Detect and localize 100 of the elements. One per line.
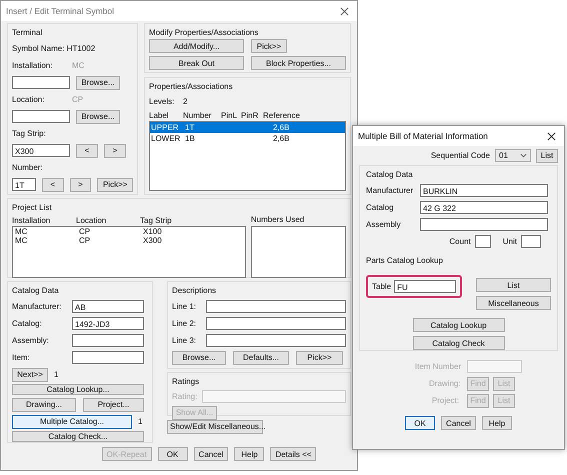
dialog-button[interactable]: OK <box>158 447 188 461</box>
field-label: Project: <box>430 396 459 405</box>
dialog-button[interactable]: Help <box>234 447 264 461</box>
field-label: Unit <box>502 237 517 246</box>
input-field[interactable] <box>72 351 144 364</box>
group-title: Parts Catalog Lookup <box>366 255 444 267</box>
count-text: 1 <box>54 370 58 379</box>
field-label: Drawing: <box>429 379 459 388</box>
group-title: Descriptions <box>172 285 218 297</box>
project-button[interactable]: Project... <box>83 398 144 412</box>
column-header: Reference <box>263 110 301 120</box>
previous-button[interactable]: < <box>42 178 64 192</box>
miscellaneous-button[interactable]: Miscellaneous <box>476 296 551 310</box>
input-field[interactable]: 42 G 322 <box>420 201 548 214</box>
unit-field[interactable] <box>521 235 541 248</box>
input-field[interactable] <box>12 110 70 123</box>
column-header: Tag Strip <box>140 216 173 224</box>
input-field[interactable] <box>420 218 548 231</box>
input-field[interactable] <box>202 390 346 403</box>
column-header: Installation <box>12 216 52 224</box>
action-button[interactable]: Browse... <box>172 350 226 364</box>
action-button[interactable]: Defaults... <box>233 350 289 364</box>
dialog-button[interactable]: OK <box>405 416 436 430</box>
sequential-code-dropdown[interactable]: 01 <box>495 149 531 162</box>
group-title: Project List <box>12 202 53 214</box>
show-edit-misc-button[interactable]: Show/Edit Miscellaneous... <box>167 420 263 434</box>
count-field[interactable] <box>474 235 491 248</box>
window-title: Multiple Bill of Material Information <box>358 131 488 141</box>
browse-button[interactable]: Browse... <box>76 110 120 124</box>
field-label: Catalog: <box>12 319 43 328</box>
window-title: Insert / Edit Terminal Symbol <box>6 6 114 16</box>
group-title: Catalog Data <box>12 285 60 297</box>
input-field[interactable]: 1T <box>12 178 36 191</box>
field-label: Manufacturer <box>366 186 414 195</box>
action-button[interactable]: Pick>> <box>296 350 343 364</box>
input-field[interactable]: 1492-JD3 <box>72 317 144 330</box>
list-button[interactable]: List <box>536 148 558 162</box>
field-label: Line 1: <box>172 302 198 311</box>
next-button[interactable]: > <box>70 178 92 192</box>
field-label: Line 3: <box>172 336 198 345</box>
input-field[interactable] <box>206 300 346 313</box>
input-field[interactable]: AB <box>72 300 144 313</box>
close-icon[interactable] <box>547 132 556 140</box>
list-row[interactable]: LOWER 1B 2,6B <box>150 133 345 144</box>
input-field[interactable] <box>12 76 70 89</box>
column-header: Number <box>183 110 212 120</box>
field-label: Tag Strip: <box>12 128 47 140</box>
catalog-check-button[interactable]: Catalog Check... <box>12 431 144 442</box>
input-field[interactable] <box>72 334 144 347</box>
input-field[interactable] <box>206 317 346 330</box>
list-row[interactable]: MC CP X100 <box>13 227 245 236</box>
action-button[interactable]: Break Out <box>149 56 244 70</box>
levels-label: Levels: <box>149 97 176 106</box>
list-row[interactable]: UPPER 1T 2,6B <box>150 122 345 134</box>
multiple-catalog-button[interactable]: Multiple Catalog... <box>12 414 132 428</box>
input-field[interactable] <box>206 334 346 347</box>
group-title: Properties/Associations <box>149 81 234 93</box>
table-field[interactable]: FU <box>394 280 456 293</box>
field-label: Item Number <box>414 362 462 371</box>
field-label: Number: <box>12 162 44 174</box>
catalog-check-button[interactable]: Catalog Check <box>412 336 504 350</box>
field-label: Assembly <box>366 220 402 229</box>
next-button[interactable]: > <box>104 144 126 158</box>
group-title: Ratings <box>172 376 200 388</box>
browse-button[interactable]: Browse... <box>76 76 120 90</box>
catalog-lookup-button[interactable]: Catalog Lookup <box>412 318 504 332</box>
close-icon[interactable] <box>340 6 349 16</box>
field-label: Count <box>449 237 471 246</box>
drawing-button[interactable]: Drawing... <box>12 398 76 412</box>
field-label: Item: <box>12 353 31 362</box>
field-label: Installation: <box>12 61 54 70</box>
dialog-button[interactable]: Help <box>482 416 512 430</box>
field-label: Line 2: <box>172 319 198 328</box>
catalog-lookup-button[interactable]: Catalog Lookup... <box>12 384 144 395</box>
list-button[interactable]: List <box>476 278 551 292</box>
action-button[interactable]: Block Properties... <box>251 56 346 70</box>
list-row[interactable]: MC CP X300 <box>13 236 245 245</box>
dialog-button[interactable]: Cancel <box>194 447 228 461</box>
input-field[interactable]: BURKLIN <box>420 184 548 197</box>
column-header: Location <box>76 216 108 224</box>
action-button[interactable]: Pick>> <box>251 39 287 53</box>
chevron-down-icon <box>520 153 527 158</box>
group-title: Terminal <box>12 27 44 39</box>
input-field[interactable]: X300 <box>12 144 70 157</box>
pick-button[interactable]: Pick>> <box>97 178 133 192</box>
field-label: Sequential Code <box>430 151 490 160</box>
dialog-button[interactable]: Cancel <box>441 416 476 430</box>
action-button[interactable]: Add/Modify... <box>149 39 244 53</box>
levels-value: 2 <box>183 97 188 106</box>
field-label: Assembly: <box>12 336 50 345</box>
count-text: 1 <box>138 417 142 426</box>
dialog-button[interactable]: Details << <box>270 447 316 461</box>
previous-button[interactable]: < <box>76 144 98 158</box>
installation-value: MC <box>72 61 84 70</box>
next-button[interactable]: Next>> <box>12 368 48 382</box>
location-value: CP <box>72 95 84 104</box>
field-label: Location: <box>12 95 46 104</box>
item-number-field[interactable] <box>467 360 522 373</box>
column-header: PinL <box>221 110 238 120</box>
column-header: Numbers Used <box>250 214 306 226</box>
